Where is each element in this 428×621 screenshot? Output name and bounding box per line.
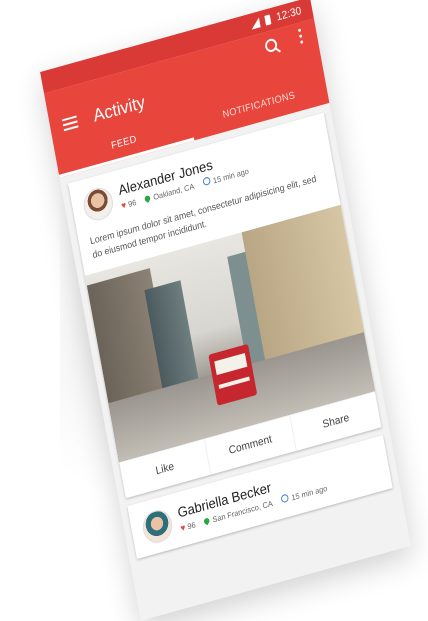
time-text: 15 min ago [290,483,328,503]
post-likes: ♥ 96 [180,519,197,533]
stage: 12:30 Activity FEED NOTIFICATIONS Alexan… [0,0,428,621]
clock-icon [280,493,290,504]
avatar[interactable] [140,506,175,547]
time-text: 15 min ago [212,166,250,186]
battery-icon [264,14,272,26]
heart-icon: ♥ [120,199,128,211]
location-pin-icon [143,193,152,203]
location-pin-icon [203,516,211,525]
status-time: 12:30 [275,4,303,24]
more-vert-icon[interactable] [297,28,304,46]
menu-icon[interactable] [61,115,79,132]
likes-count: 96 [186,520,197,532]
post-time: 15 min ago [280,483,328,505]
signal-icon [250,17,262,30]
post-likes: ♥ 96 [120,197,137,211]
likes-count: 96 [127,197,138,209]
avatar[interactable] [81,184,116,224]
post-card: Alexander Jones ♥ 96 Oakland, CA 15 min … [68,112,382,499]
clock-icon [202,176,211,187]
search-icon[interactable] [264,37,279,54]
heart-icon: ♥ [179,522,187,534]
